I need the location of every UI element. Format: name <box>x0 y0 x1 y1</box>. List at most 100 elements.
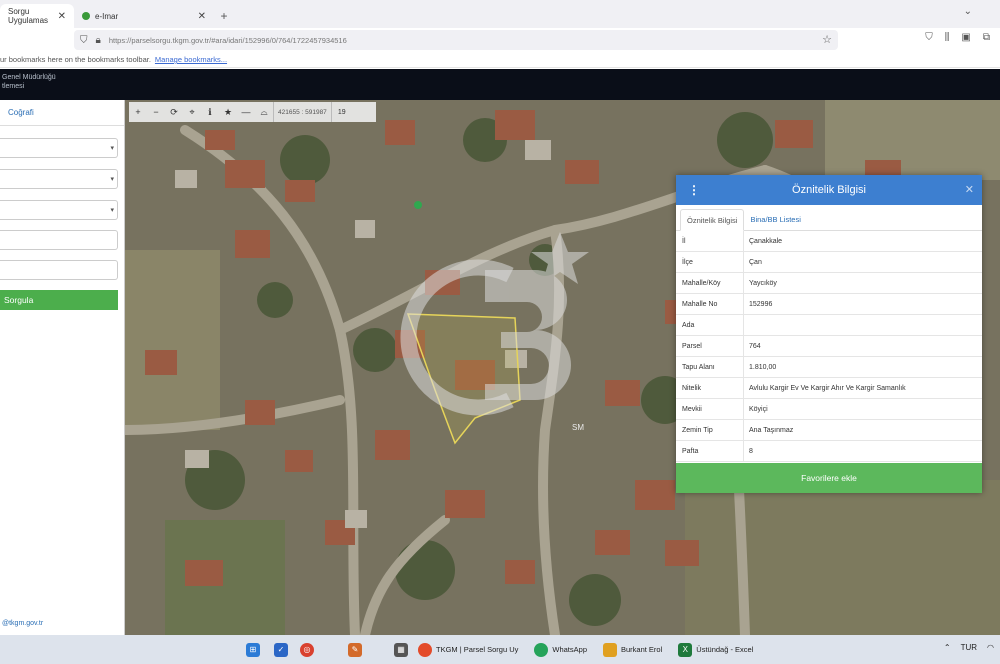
firefox-icon <box>418 642 432 657</box>
language-indicator[interactable]: TUR <box>961 643 977 652</box>
row-key: Parsel <box>676 335 744 357</box>
taskbar-item-firefox[interactable]: TKGM | Parsel Sorgu Uy <box>418 635 518 664</box>
taskbar-label: Üstündağ - Excel <box>696 645 754 654</box>
tab-cografi[interactable]: Coğrafi <box>0 100 124 126</box>
manage-bookmarks-link[interactable]: Manage bookmarks... <box>155 55 227 64</box>
bookmarks-hint: ur bookmarks here on the bookmarks toolb… <box>0 55 151 64</box>
taskbar-item-whatsapp[interactable]: WhatsApp <box>534 635 587 664</box>
zoom-in-button[interactable]: + <box>129 102 147 122</box>
contact-email[interactable]: @tkgm.gov.tr <box>2 620 43 627</box>
chevron-down-icon: ▾ <box>110 176 114 183</box>
row-value: Ana Taşınmaz <box>749 426 794 434</box>
parsel-input[interactable] <box>0 260 118 280</box>
table-row: Mevkii Köyiçi <box>676 398 982 420</box>
new-tab-button[interactable]: + <box>214 4 234 28</box>
chrome-app[interactable]: ◎ <box>300 635 318 664</box>
extensions-icon[interactable]: ⧉ <box>983 32 990 43</box>
neighborhood-select[interactable]: ▾ <box>0 200 118 220</box>
sorgula-button[interactable]: Sorgula <box>0 290 118 310</box>
row-value: Avlulu Kargir Ev Ve Kargir Ahır Ve Kargi… <box>749 384 906 392</box>
info-icon[interactable]: ℹ <box>201 102 219 122</box>
chevron-up-icon[interactable]: ⌃ <box>944 643 951 652</box>
tab-label: e-Imar <box>95 11 119 21</box>
row-key: Pafta <box>676 440 744 462</box>
browser-nav-bar: ⛉ 🔒︎ https://parselsorgu.tkgm.gov.tr/#ar… <box>0 28 1000 52</box>
windows-taskbar: ⊞ ✓ ◎ ✎ ▦ TKGM | Parsel Sorgu Uy WhatsAp… <box>0 635 1000 664</box>
shield-icon: ⛉ <box>80 34 88 46</box>
sidebar-icon[interactable]: ▣ <box>961 32 970 43</box>
row-key: Nitelik <box>676 377 744 399</box>
chevron-down-icon: ▾ <box>110 207 114 214</box>
table-row: Tapu Alanı 1.810,00 <box>676 356 982 378</box>
whatsapp-icon <box>534 642 549 657</box>
province-select[interactable]: ▾ <box>0 138 118 158</box>
row-value: 764 <box>749 342 761 350</box>
app-header-title: Genel Müdürlüğü <box>2 74 56 81</box>
app-header: Genel Müdürlüğü tlemesi <box>0 69 1000 100</box>
tasks-app[interactable]: ✓ <box>274 635 292 664</box>
site-favicon-icon <box>82 12 90 20</box>
row-key: Mahalle/Köy <box>676 272 744 294</box>
menu-dots-icon[interactable]: ⋮ <box>688 183 700 197</box>
row-value: Çan <box>749 258 762 266</box>
chevron-down-icon: ▾ <box>110 145 114 152</box>
wifi-icon[interactable]: ◠ <box>987 643 994 652</box>
tab-oznitelik[interactable]: Öznitelik Bilgisi <box>680 209 745 231</box>
row-key: Tapu Alanı <box>676 356 744 378</box>
map-badge: SM <box>572 423 584 432</box>
map-toolbar: + − ⟳ ⌖ ℹ ★ — ⌓ 421655 : 591987 19 <box>129 102 376 122</box>
taskbar-item-folder[interactable]: Burkant Erol <box>603 635 662 664</box>
start-button[interactable]: ⊞ <box>246 635 264 664</box>
measure-area-icon[interactable]: ⌓ <box>255 102 273 122</box>
panel-title: Öznitelik Bilgisi <box>792 184 866 196</box>
bookmarks-bar: ur bookmarks here on the bookmarks toolb… <box>0 52 1000 68</box>
row-key: Mahalle No <box>676 293 744 315</box>
district-select[interactable]: ▾ <box>0 169 118 189</box>
chevron-down-icon[interactable]: ⌄ <box>964 6 972 17</box>
paint-app[interactable]: ✎ <box>348 635 366 664</box>
tab-label: Sorgu Uygulamas <box>8 7 49 25</box>
browser-tab-eimar[interactable]: e-Imar ✕ <box>74 4 214 28</box>
library-icon[interactable]: ⫼ <box>945 32 950 43</box>
tab-bina-listesi[interactable]: Bina/BB Listesi <box>744 208 806 230</box>
zoom-out-button[interactable]: − <box>147 102 165 122</box>
table-row: Pafta 8 <box>676 440 982 462</box>
locate-icon[interactable]: ⌖ <box>183 102 201 122</box>
pocket-icon[interactable]: ⛉ <box>925 32 933 43</box>
add-favorite-button[interactable]: Favorilere ekle <box>676 463 982 493</box>
query-sidebar: Coğrafi ▾ ▾ ▾ Sorgula @tkgm.gov.tr <box>0 100 125 635</box>
table-row: Mahalle No 152996 <box>676 293 982 315</box>
row-value: Köyiçi <box>749 405 768 413</box>
row-value: 8 <box>749 447 753 455</box>
row-key: İlçe <box>676 251 744 273</box>
table-row: İl Çanakkale <box>676 230 982 252</box>
refresh-icon[interactable]: ⟳ <box>165 102 183 122</box>
taskbar-label: Burkant Erol <box>621 645 663 654</box>
table-row: İlçe Çan <box>676 251 982 273</box>
row-value: 152996 <box>749 300 773 308</box>
taskbar-label: WhatsApp <box>552 645 587 654</box>
zoom-level: 19 <box>337 108 346 116</box>
url-text: https://parselsorgu.tkgm.gov.tr/#ara/ida… <box>108 35 347 45</box>
address-bar[interactable]: ⛉ 🔒︎ https://parselsorgu.tkgm.gov.tr/#ar… <box>74 30 838 50</box>
row-value: 1.810,00 <box>749 363 777 371</box>
star-icon[interactable]: ☆ <box>822 33 832 46</box>
row-key: İl <box>676 230 744 252</box>
browser-tab-sorgu[interactable]: Sorgu Uygulamas ✕ <box>0 4 74 28</box>
paint-icon: ✎ <box>348 642 362 657</box>
row-key: Mevkii <box>676 398 744 420</box>
taskbar-item-excel[interactable]: X Üstündağ - Excel <box>678 635 753 664</box>
calculator-app[interactable]: ▦ <box>394 635 412 664</box>
close-icon[interactable]: ✕ <box>198 11 206 22</box>
row-key: Zemin Tip <box>676 419 744 441</box>
panel-tabs: Öznitelik Bilgisi Bina/BB Listesi <box>676 205 982 231</box>
favorite-star-icon[interactable]: ★ <box>219 102 237 122</box>
windows-icon: ⊞ <box>246 642 260 657</box>
check-icon: ✓ <box>274 642 288 657</box>
ada-input[interactable] <box>0 230 118 250</box>
measure-line-icon[interactable]: — <box>237 102 255 122</box>
row-key: Ada <box>676 314 744 336</box>
close-icon[interactable]: ✕ <box>965 183 974 196</box>
excel-icon: X <box>678 642 693 657</box>
close-icon[interactable]: ✕ <box>58 11 66 22</box>
